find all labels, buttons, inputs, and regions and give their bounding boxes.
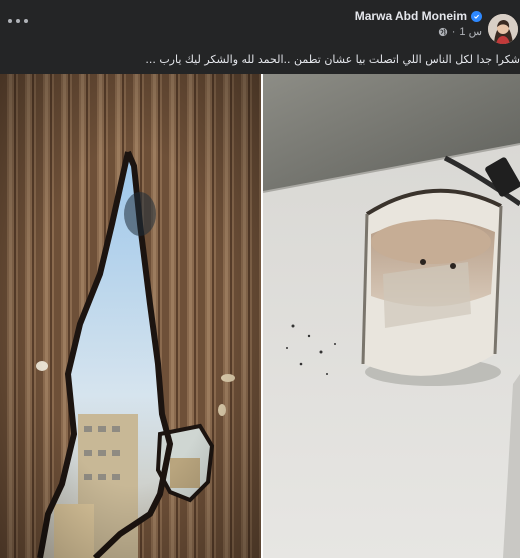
author-name[interactable]: Marwa Abd Moneim <box>355 9 467 23</box>
more-options-button[interactable] <box>8 14 28 28</box>
meta-separator: · <box>451 25 456 38</box>
melted-candle-photo[interactable] <box>263 74 520 558</box>
more-dot <box>8 19 12 23</box>
verified-badge-icon <box>471 10 482 22</box>
post-header: Marwa Abd Moneim · 1 س <box>0 0 520 48</box>
burned-curtain-photo[interactable] <box>0 74 261 558</box>
post-caption: شكرا جدا لكل الناس اللي اتصلت بيا عشان ت… <box>145 53 520 66</box>
more-dot <box>16 19 20 23</box>
avatar[interactable] <box>488 14 518 44</box>
more-dot <box>24 19 28 23</box>
globe-icon <box>438 27 447 36</box>
photo-grid <box>0 74 520 558</box>
post-time[interactable]: 1 س <box>459 25 482 38</box>
post-meta: · 1 س <box>355 25 482 38</box>
author-block: Marwa Abd Moneim · 1 س <box>355 9 482 38</box>
